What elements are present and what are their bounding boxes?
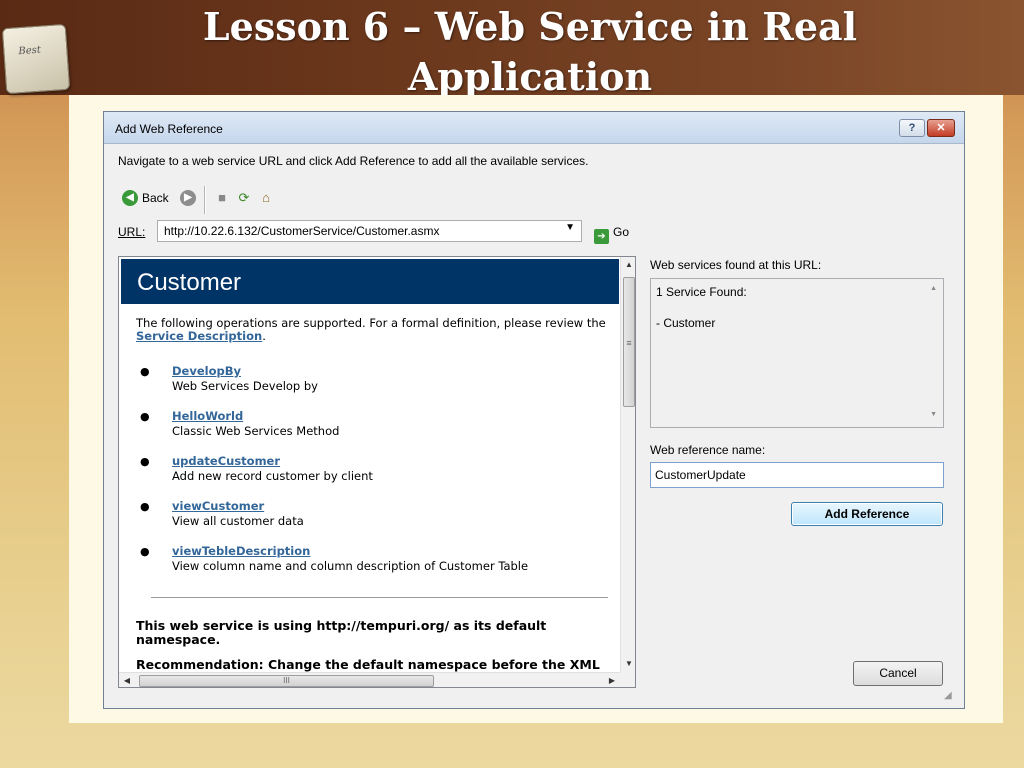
service-count: 1 Service Found:: [656, 285, 747, 299]
divider: [151, 597, 608, 598]
url-combobox[interactable]: http://10.22.6.132/CustomerService/Custo…: [157, 220, 582, 242]
dropdown-arrow-icon[interactable]: ▼: [565, 222, 575, 233]
dialog-titlebar[interactable]: Add Web Reference ? ✕: [104, 112, 964, 144]
list-item[interactable]: - Customer: [656, 316, 715, 330]
toolbar-separator: [204, 186, 206, 214]
refresh-icon[interactable]: ⟳: [236, 190, 252, 206]
operation-description: View column name and column description …: [172, 559, 529, 573]
operations-intro: The following operations are supported. …: [136, 316, 606, 343]
scroll-up-icon[interactable]: ▲: [621, 257, 635, 273]
url-value: http://10.22.6.132/CustomerService/Custo…: [164, 224, 440, 238]
operation-link[interactable]: viewTebleDescription: [172, 545, 310, 558]
namespace-note: This web service is using http://tempuri…: [136, 618, 547, 647]
service-page-body: The following operations are supported. …: [136, 316, 616, 672]
back-button-label[interactable]: Back: [142, 191, 169, 205]
recommendation-text: Recommendation: Change the default names…: [136, 657, 600, 672]
operation-description: Classic Web Services Method: [172, 424, 340, 438]
cancel-button[interactable]: Cancel: [853, 661, 943, 686]
operation-link[interactable]: updateCustomer: [172, 455, 280, 468]
scroll-down-icon[interactable]: ▼: [930, 411, 937, 418]
operation-link[interactable]: HelloWorld: [172, 410, 243, 423]
go-label: Go: [613, 225, 630, 239]
operation-link[interactable]: DevelopBy: [172, 365, 241, 378]
services-found-list[interactable]: 1 Service Found: - Customer ▲ ▼: [650, 278, 944, 428]
logo-key-icon: Best: [1, 23, 71, 95]
scroll-corner: [620, 672, 635, 687]
operation-description: View all customer data: [172, 514, 304, 528]
home-icon[interactable]: ⌂: [258, 190, 274, 206]
instruction-text: Navigate to a web service URL and click …: [118, 154, 589, 168]
add-web-reference-dialog: Add Web Reference ? ✕ Navigate to a web …: [103, 111, 965, 709]
stop-icon[interactable]: ■: [214, 190, 230, 206]
go-button[interactable]: ➔ Go: [594, 225, 629, 244]
resize-grip-icon[interactable]: ◢: [944, 690, 960, 706]
slide-title: Lesson 6 – Web Service in Real Applicati…: [202, 4, 858, 99]
back-arrow-icon[interactable]: ◀: [122, 190, 138, 206]
reference-name-input[interactable]: CustomerUpdate: [650, 462, 944, 488]
scroll-left-icon[interactable]: ◀: [119, 673, 135, 687]
scroll-up-icon[interactable]: ▲: [930, 285, 937, 292]
scroll-down-icon[interactable]: ▼: [621, 656, 635, 672]
url-label: URL:: [118, 225, 146, 239]
operation-description: Web Services Develop by: [172, 379, 318, 393]
scroll-right-icon[interactable]: ▶: [604, 673, 620, 687]
service-description-link[interactable]: Service Description: [136, 329, 262, 343]
vertical-scroll-thumb[interactable]: ≡: [623, 277, 635, 407]
browser-content: Customer The following operations are su…: [119, 257, 621, 672]
service-browser-pane[interactable]: Customer The following operations are su…: [118, 256, 636, 688]
service-page-title: Customer: [121, 259, 619, 304]
logo-text: Best: [18, 44, 42, 58]
navigation-toolbar: ◀ Back ▶ ■ ⟳ ⌂: [120, 186, 320, 214]
add-reference-button[interactable]: Add Reference: [791, 502, 943, 526]
horizontal-scroll-thumb[interactable]: III: [139, 675, 434, 687]
forward-arrow-icon[interactable]: ▶: [180, 190, 196, 206]
help-button[interactable]: ?: [899, 119, 925, 137]
dialog-title: Add Web Reference: [115, 122, 223, 136]
horizontal-scrollbar[interactable]: ◀ III ▶: [119, 672, 620, 687]
vertical-scrollbar[interactable]: ▲ ≡ ▼: [620, 257, 635, 672]
operation-link[interactable]: viewCustomer: [172, 500, 264, 513]
reference-name-label: Web reference name:: [650, 443, 766, 457]
services-found-label: Web services found at this URL:: [650, 258, 822, 272]
operation-description: Add new record customer by client: [172, 469, 373, 483]
go-arrow-icon: ➔: [594, 229, 609, 244]
close-button[interactable]: ✕: [927, 119, 955, 137]
